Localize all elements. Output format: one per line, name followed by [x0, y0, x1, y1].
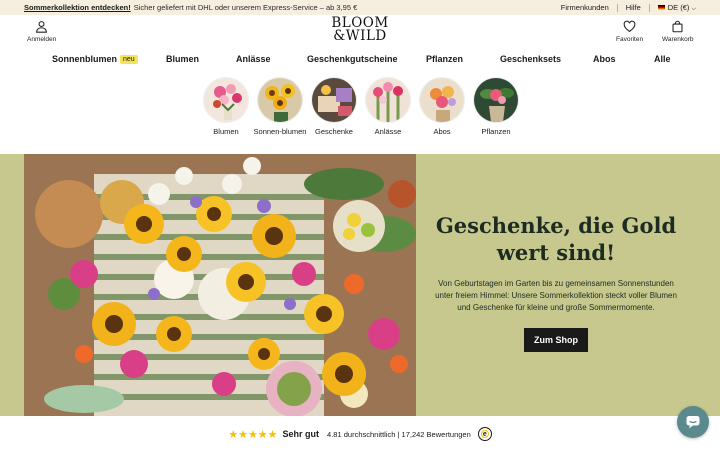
- rating-word: Sehr gut: [282, 429, 320, 439]
- bag-icon: [672, 20, 683, 33]
- hero-title-line-2: wert sind!: [496, 240, 616, 265]
- utility-links: Firmenkunden Hilfe DE (€) ⌵: [561, 3, 696, 13]
- category-plants-image: [473, 77, 519, 123]
- divider: [648, 3, 650, 12]
- announcement-bar: Sommerkollektion entdecken! Sicher gelie…: [0, 0, 720, 15]
- business-customers-link[interactable]: Firmenkunden: [561, 3, 609, 12]
- shop-now-button[interactable]: Zum Shop: [524, 328, 588, 352]
- chevron-down-icon: ⌵: [691, 5, 696, 12]
- category-label: Blumen: [213, 127, 239, 136]
- new-badge: neu: [120, 55, 138, 64]
- category-label: Anlässe: [374, 127, 402, 136]
- category-subscriptions[interactable]: Abos: [413, 77, 471, 136]
- cart-button[interactable]: Warenkorb: [662, 20, 694, 43]
- category-label: Pflanzen: [481, 127, 511, 136]
- chat-button[interactable]: [677, 406, 709, 438]
- nav-item-gift-sets[interactable]: Geschenksets: [500, 54, 561, 64]
- hero-description: Von Geburtstagen im Garten bis zu gemein…: [435, 279, 677, 312]
- rating-summary: 4.81 durchschnittlich | 17,242 Bewertung…: [327, 429, 471, 439]
- delivery-info: Sicher geliefert mit DHL oder unserem Ex…: [133, 3, 358, 12]
- nav-item-flowers[interactable]: Blumen: [166, 54, 199, 64]
- category-sunflowers-image: [257, 77, 303, 123]
- star-rating-icon: ★★★★★: [228, 428, 278, 441]
- category-occasions-image: [365, 77, 411, 123]
- nav-item-all[interactable]: Alle: [654, 54, 671, 64]
- nav-item-sunflowers[interactable]: Sonnenblumen neu: [52, 54, 138, 64]
- category-carousel: Blumen Sonnen-blumen Geschenke Anlässe A…: [197, 77, 523, 139]
- main-navigation: Sonnenblumen neu Blumen Anlässe Geschenkg…: [0, 51, 720, 69]
- help-link[interactable]: Hilfe: [626, 3, 641, 12]
- hero-banner: Geschenke, die Gold wert sind! Von Gebur…: [0, 154, 720, 416]
- category-label: Sonnen-blumen: [253, 127, 307, 136]
- hero-title: Geschenke, die Gold wert sind!: [430, 212, 682, 266]
- site-header: Anmelden BLOOM &WILD Favoriten Warenkorb: [0, 15, 720, 51]
- chat-icon: [686, 416, 700, 429]
- category-flowers[interactable]: Blumen: [197, 77, 255, 136]
- category-label: Abos: [433, 127, 451, 136]
- category-subscriptions-image: [419, 77, 465, 123]
- locale-label: DE (€): [667, 2, 690, 12]
- category-plants[interactable]: Pflanzen: [467, 77, 525, 136]
- user-icon: [36, 21, 48, 33]
- nav-item-subscriptions[interactable]: Abos: [593, 54, 616, 64]
- favorites-button[interactable]: Favoriten: [616, 20, 643, 43]
- nav-item-gift-vouchers[interactable]: Geschenkgutscheine: [307, 54, 398, 64]
- login-label: Anmelden: [27, 36, 57, 43]
- cart-label: Warenkorb: [662, 36, 694, 43]
- trusted-shops-seal-icon: e: [477, 427, 492, 441]
- hero-title-line-1: Geschenke, die Gold: [435, 213, 677, 238]
- locale-selector[interactable]: DE (€) ⌵: [657, 2, 696, 13]
- summer-collection-link[interactable]: Sommerkollektion entdecken!: [24, 3, 131, 12]
- logo-line-2: &WILD: [333, 28, 387, 44]
- nav-label: Sonnenblumen: [52, 54, 117, 64]
- category-flowers-image: [203, 77, 249, 123]
- nav-item-plants[interactable]: Pflanzen: [426, 54, 463, 64]
- category-gifts[interactable]: Geschenke: [305, 77, 363, 136]
- category-gifts-image: [311, 77, 357, 123]
- hero-copy: Geschenke, die Gold wert sind! Von Gebur…: [430, 212, 682, 352]
- login-button[interactable]: Anmelden: [27, 20, 56, 43]
- category-label: Geschenke: [315, 127, 353, 136]
- germany-flag-icon: [657, 5, 665, 11]
- category-occasions[interactable]: Anlässe: [359, 77, 417, 136]
- bloom-wild-logo[interactable]: BLOOM &WILD: [320, 16, 400, 44]
- seal-letter: e: [482, 430, 487, 438]
- category-sunflowers[interactable]: Sonnen-blumen: [251, 77, 309, 136]
- heart-icon: [623, 20, 636, 32]
- hero-image[interactable]: [24, 154, 416, 416]
- trusted-shops-rating[interactable]: ★★★★★ Sehr gut 4.81 durchschnittlich | 1…: [0, 422, 720, 446]
- nav-item-occasions[interactable]: Anlässe: [236, 54, 271, 64]
- divider: [616, 3, 618, 12]
- favorites-label: Favoriten: [616, 36, 644, 43]
